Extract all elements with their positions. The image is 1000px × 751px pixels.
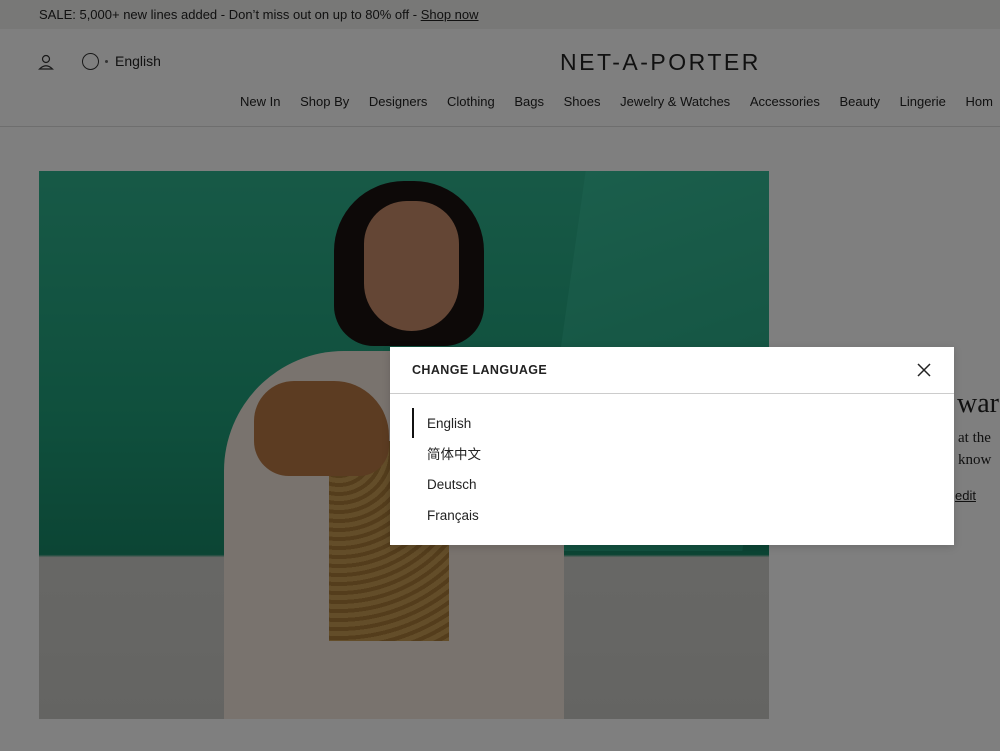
language-list: English 简体中文 Deutsch Français xyxy=(412,408,481,532)
language-option-deutsch[interactable]: Deutsch xyxy=(412,470,481,501)
change-language-modal: CHANGE LANGUAGE English 简体中文 Deutsch Fra… xyxy=(390,347,954,545)
modal-header: CHANGE LANGUAGE xyxy=(390,347,954,394)
language-option-english[interactable]: English xyxy=(412,408,481,440)
language-option-chinese[interactable]: 简体中文 xyxy=(412,440,481,471)
language-option-francais[interactable]: Français xyxy=(412,501,481,532)
modal-title: CHANGE LANGUAGE xyxy=(412,363,548,377)
close-icon[interactable] xyxy=(916,362,932,378)
